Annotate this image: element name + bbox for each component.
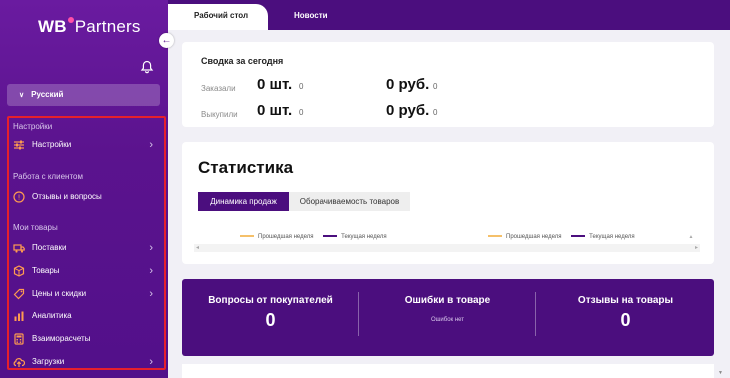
statistics-title: Статистика xyxy=(198,158,294,177)
sidebar-item-label: Поставки xyxy=(32,243,67,252)
language-select[interactable]: ∨ Русский xyxy=(7,84,160,106)
analytics-icon xyxy=(14,311,24,321)
svg-text:!: ! xyxy=(18,194,21,202)
chart-horizontal-scrollbar[interactable]: ◂ ▸ xyxy=(194,244,700,252)
reviews-block[interactable]: Отзывы на товары 0 xyxy=(537,279,714,356)
scroll-left-arrow[interactable]: ◂ xyxy=(196,244,199,251)
chevron-down-icon: ∨ xyxy=(19,92,25,99)
statistics-card: Статистика Динамика продаж Оборачиваемос… xyxy=(182,142,714,264)
sidebar-item-analytics[interactable]: Аналитика xyxy=(13,308,155,324)
summary-title: Сводка за сегодня xyxy=(201,56,284,66)
question-circle-icon: ! xyxy=(13,191,25,203)
sidebar-item-label: Загрузки xyxy=(32,357,65,366)
section-goods: Мои товары xyxy=(13,223,58,232)
sidebar: WB Partners ∨ Русский Настройки Настройки … xyxy=(0,0,168,378)
logo[interactable]: WB Partners xyxy=(38,17,141,37)
errors-note: Ошибок нет xyxy=(430,317,465,323)
tab-sales-dynamics[interactable]: Динамика продаж xyxy=(198,192,289,211)
panel-divider xyxy=(535,292,536,336)
chevron-right-icon: › xyxy=(149,265,153,277)
sidebar-item-supplies[interactable]: Поставки › xyxy=(13,240,155,256)
bought-qty: 0 шт. xyxy=(257,102,293,119)
logo-dot xyxy=(67,17,74,23)
legend-curr-swatch xyxy=(323,235,338,238)
sidebar-item-label: Аналитика xyxy=(32,311,72,320)
chevron-right-icon: › xyxy=(149,288,153,300)
truck-icon xyxy=(13,244,25,253)
logo-wb: WB xyxy=(38,17,67,36)
sidebar-item-reviews[interactable]: ! Отзывы и вопросы xyxy=(13,189,155,205)
legend-left: Прошедшая неделя Текущая неделя xyxy=(240,234,387,240)
sidebar-item-label: Отзывы и вопросы xyxy=(32,192,102,201)
errors-block[interactable]: Ошибки в товаре Ошибок нет xyxy=(359,279,536,356)
questions-block[interactable]: Вопросы от покупателей 0 xyxy=(182,279,359,356)
reviews-count: 0 xyxy=(620,310,631,330)
legend-prev-label: Прошедшая неделя xyxy=(506,234,562,240)
sidebar-item-uploads[interactable]: Загрузки › xyxy=(13,354,155,370)
chevron-right-icon: › xyxy=(149,139,153,151)
legend-curr-label: Текущая неделя xyxy=(341,234,387,240)
sidebar-item-label: Товары xyxy=(32,266,60,275)
legend-curr-swatch xyxy=(571,235,586,238)
tag-icon xyxy=(13,288,25,300)
bought-qty-delta: 0 xyxy=(299,108,304,117)
legend-curr-label: Текущая неделя xyxy=(589,234,635,240)
sidebar-item-settlements[interactable]: Взаиморасчеты xyxy=(13,331,155,347)
ordered-label: Заказали xyxy=(201,84,236,93)
legend-prev-swatch xyxy=(240,235,254,238)
sidebar-item-settings[interactable]: Настройки › xyxy=(13,137,155,153)
ordered-qty-delta: 0 xyxy=(299,82,304,91)
chevron-right-icon: › xyxy=(149,356,153,368)
sidebar-item-goods[interactable]: Товары › xyxy=(13,263,155,279)
section-settings: Настройки xyxy=(13,122,53,131)
bought-label: Выкупили xyxy=(201,110,238,119)
logo-partners: Partners xyxy=(74,17,141,36)
box-icon xyxy=(13,265,25,277)
bought-sum: 0 руб. xyxy=(386,102,430,119)
bell-icon[interactable] xyxy=(140,60,154,74)
collapse-sidebar-button[interactable]: ← xyxy=(159,33,174,48)
feedback-panel: Вопросы от покупателей 0 Ошибки в товаре… xyxy=(182,279,714,356)
calculator-icon xyxy=(14,333,24,345)
scroll-up-arrow[interactable]: ▲ xyxy=(688,234,694,244)
language-label: Русский xyxy=(31,90,64,99)
ordered-sum: 0 руб. xyxy=(386,76,430,93)
sidebar-item-label: Взаиморасчеты xyxy=(32,334,91,343)
next-card-edge xyxy=(182,364,714,378)
page-scroll-down-arrow[interactable]: ▼ xyxy=(718,370,723,376)
cloud-upload-icon xyxy=(13,358,25,367)
tab-news[interactable]: Новости xyxy=(294,4,328,30)
sliders-icon xyxy=(14,140,24,150)
sidebar-item-prices[interactable]: Цены и скидки › xyxy=(13,286,155,302)
section-clients: Работа с клиентом xyxy=(13,172,83,181)
legend-prev-swatch xyxy=(488,235,502,238)
summary-card: Сводка за сегодня Заказали 0 шт. 0 0 руб… xyxy=(182,42,714,127)
scroll-right-arrow[interactable]: ▸ xyxy=(695,244,698,251)
sidebar-item-label: Цены и скидки xyxy=(32,289,87,298)
ordered-sum-delta: 0 xyxy=(433,82,438,91)
legend-prev-label: Прошедшая неделя xyxy=(258,234,314,240)
top-tab-bar: Рабочий стол Новости xyxy=(168,0,730,30)
tab-goods-turnover[interactable]: Оборачиваемость товаров xyxy=(289,192,410,211)
errors-title: Ошибки в товаре xyxy=(404,295,491,306)
questions-title: Вопросы от покупателей xyxy=(208,295,333,306)
chevron-right-icon: › xyxy=(149,242,153,254)
reviews-title: Отзывы на товары xyxy=(577,295,674,306)
tab-dashboard[interactable]: Рабочий стол xyxy=(168,4,268,30)
ordered-qty: 0 шт. xyxy=(257,76,293,93)
sidebar-item-label: Настройки xyxy=(32,140,72,149)
legend-right: Прошедшая неделя Текущая неделя xyxy=(488,234,635,240)
bought-sum-delta: 0 xyxy=(433,108,438,117)
questions-count: 0 xyxy=(265,310,276,330)
